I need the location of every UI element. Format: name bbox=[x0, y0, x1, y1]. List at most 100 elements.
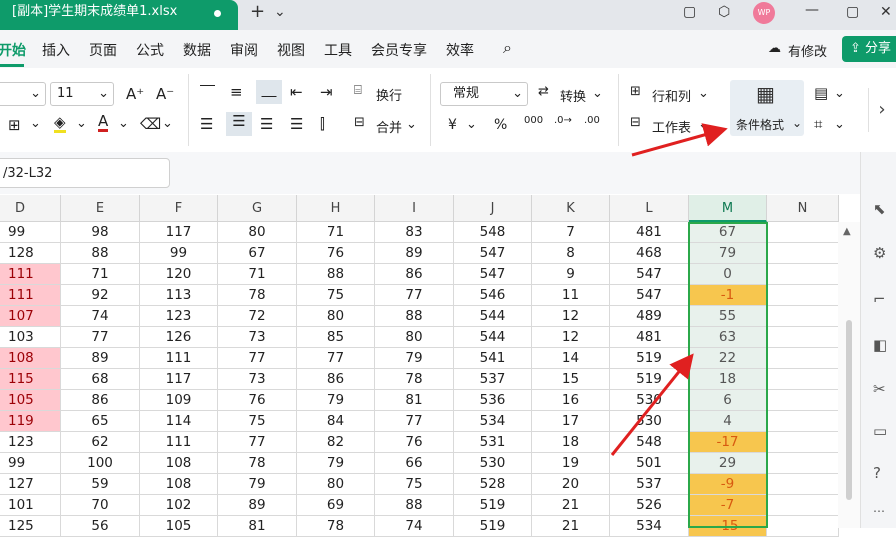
cell-k-row8[interactable]: 15 bbox=[532, 369, 610, 390]
cell-k-row4[interactable]: 11 bbox=[532, 285, 610, 306]
column-header-n[interactable]: N bbox=[767, 195, 839, 222]
cell-j-row1[interactable]: 548 bbox=[454, 222, 532, 243]
indent-increase-icon[interactable]: ⇥ bbox=[320, 83, 333, 101]
cell-n-row1[interactable] bbox=[767, 222, 839, 243]
cell-k-row5[interactable]: 12 bbox=[532, 306, 610, 327]
cell-l-row4[interactable]: 547 bbox=[610, 285, 689, 306]
cell-l-row11[interactable]: 548 bbox=[610, 432, 689, 453]
cell-d-row11[interactable]: 123 bbox=[0, 432, 61, 453]
cell-m-row3[interactable]: 0 bbox=[689, 264, 767, 285]
cell-i-row3[interactable]: 86 bbox=[375, 264, 454, 285]
cell-l-row3[interactable]: 547 bbox=[610, 264, 689, 285]
cell-l-row15[interactable]: 534 bbox=[610, 516, 689, 537]
menu-page[interactable]: 页面 bbox=[89, 40, 117, 60]
cell-f-row15[interactable]: 105 bbox=[140, 516, 218, 537]
close-icon[interactable]: ✕ bbox=[880, 4, 892, 20]
cell-k-row2[interactable]: 8 bbox=[532, 243, 610, 264]
decrease-font-icon[interactable]: A⁻ bbox=[156, 85, 174, 103]
cell-g-row13[interactable]: 79 bbox=[218, 474, 297, 495]
convert-label[interactable]: 转换 bbox=[560, 86, 586, 105]
chevron-down-icon[interactable]: ⌄ bbox=[698, 117, 709, 132]
cell-d-row5[interactable]: 107 bbox=[0, 306, 61, 327]
cell-n-row3[interactable] bbox=[767, 264, 839, 285]
distribute-icon[interactable]: ⫿ bbox=[320, 115, 325, 133]
scrollbar-thumb[interactable] bbox=[846, 320, 852, 500]
cell-h-row2[interactable]: 76 bbox=[297, 243, 375, 264]
cell-e-row5[interactable]: 74 bbox=[61, 306, 140, 327]
cell-j-row4[interactable]: 546 bbox=[454, 285, 532, 306]
cell-m-row6[interactable]: 63 bbox=[689, 327, 767, 348]
chevron-down-icon[interactable]: ⌄ bbox=[466, 117, 477, 132]
cell-h-row3[interactable]: 88 bbox=[297, 264, 375, 285]
cell-n-row11[interactable] bbox=[767, 432, 839, 453]
cell-j-row10[interactable]: 534 bbox=[454, 411, 532, 432]
column-header-m[interactable]: M bbox=[689, 195, 767, 222]
adjust-icon[interactable]: ⚙ bbox=[873, 244, 886, 262]
ribbon-expand-button[interactable]: › bbox=[868, 88, 895, 132]
decrease-decimal-icon[interactable]: .00 bbox=[584, 115, 600, 126]
cell-h-row10[interactable]: 84 bbox=[297, 411, 375, 432]
cell-l-row9[interactable]: 530 bbox=[610, 390, 689, 411]
cell-h-row14[interactable]: 69 bbox=[297, 495, 375, 516]
menu-tools[interactable]: 工具 bbox=[324, 40, 352, 60]
spreadsheet-grid[interactable]: D E F G H I J K L M N 99 98 117 80 71 83 548 7 481 67 128 88 99… bbox=[0, 195, 839, 537]
align-left-icon[interactable]: ☰ bbox=[200, 115, 213, 133]
cell-f-row3[interactable]: 120 bbox=[140, 264, 218, 285]
cell-j-row5[interactable]: 544 bbox=[454, 306, 532, 327]
cell-d-row3[interactable]: 111 bbox=[0, 264, 61, 285]
cell-d-row14[interactable]: 101 bbox=[0, 495, 61, 516]
cell-m-row13[interactable]: -9 bbox=[689, 474, 767, 495]
cell-n-row13[interactable] bbox=[767, 474, 839, 495]
cell-i-row15[interactable]: 74 bbox=[375, 516, 454, 537]
conditional-format-button[interactable]: ▦ 条件格式 ⌄ bbox=[730, 80, 804, 136]
cell-g-row3[interactable]: 71 bbox=[218, 264, 297, 285]
cell-l-row2[interactable]: 468 bbox=[610, 243, 689, 264]
cell-h-row13[interactable]: 80 bbox=[297, 474, 375, 495]
chevron-down-icon[interactable]: ⌄ bbox=[118, 116, 129, 131]
thousands-icon[interactable]: 000 bbox=[524, 115, 543, 126]
window-icon[interactable]: ▢ bbox=[683, 4, 696, 20]
cell-m-row11[interactable]: -17 bbox=[689, 432, 767, 453]
cell-h-row1[interactable]: 71 bbox=[297, 222, 375, 243]
cell-m-row4[interactable]: -1 bbox=[689, 285, 767, 306]
cell-f-row5[interactable]: 123 bbox=[140, 306, 218, 327]
cell-i-row14[interactable]: 88 bbox=[375, 495, 454, 516]
cell-i-row12[interactable]: 66 bbox=[375, 453, 454, 474]
cell-m-row8[interactable]: 18 bbox=[689, 369, 767, 390]
cell-f-row9[interactable]: 109 bbox=[140, 390, 218, 411]
menu-efficiency[interactable]: 效率 bbox=[446, 40, 474, 60]
align-right-icon[interactable]: ☰ bbox=[260, 115, 273, 133]
cell-l-row12[interactable]: 501 bbox=[610, 453, 689, 474]
column-header-d[interactable]: D bbox=[0, 195, 61, 222]
cell-d-row7[interactable]: 108 bbox=[0, 348, 61, 369]
cell-n-row6[interactable] bbox=[767, 327, 839, 348]
cell-j-row6[interactable]: 544 bbox=[454, 327, 532, 348]
cell-k-row7[interactable]: 14 bbox=[532, 348, 610, 369]
cell-f-row11[interactable]: 111 bbox=[140, 432, 218, 453]
cell-g-row9[interactable]: 76 bbox=[218, 390, 297, 411]
align-center-icon[interactable]: ☰ bbox=[226, 112, 252, 136]
increase-decimal-icon[interactable]: .0→ bbox=[554, 115, 572, 126]
cell-i-row4[interactable]: 77 bbox=[375, 285, 454, 306]
avatar[interactable]: WP bbox=[753, 2, 775, 24]
document-tab[interactable]: [副本]学生期末成绩单1.xlsx bbox=[0, 0, 238, 30]
cell-i-row5[interactable]: 88 bbox=[375, 306, 454, 327]
percent-icon[interactable]: % bbox=[494, 117, 507, 133]
menu-view[interactable]: 视图 bbox=[277, 40, 305, 60]
cell-e-row9[interactable]: 86 bbox=[61, 390, 140, 411]
cell-j-row8[interactable]: 537 bbox=[454, 369, 532, 390]
cell-f-row6[interactable]: 126 bbox=[140, 327, 218, 348]
cell-f-row7[interactable]: 111 bbox=[140, 348, 218, 369]
cell-e-row2[interactable]: 88 bbox=[61, 243, 140, 264]
justify-icon[interactable]: ☰ bbox=[290, 115, 303, 133]
cell-j-row12[interactable]: 530 bbox=[454, 453, 532, 474]
cell-e-row12[interactable]: 100 bbox=[61, 453, 140, 474]
cell-m-row1[interactable]: 67 bbox=[689, 222, 767, 243]
font-color-icon[interactable]: A bbox=[98, 113, 109, 132]
chevron-down-icon[interactable]: ⌄ bbox=[592, 86, 603, 101]
cell-f-row10[interactable]: 114 bbox=[140, 411, 218, 432]
cell-g-row14[interactable]: 89 bbox=[218, 495, 297, 516]
cell-g-row5[interactable]: 72 bbox=[218, 306, 297, 327]
cell-h-row4[interactable]: 75 bbox=[297, 285, 375, 306]
border-icon[interactable]: ⊞ bbox=[8, 116, 21, 134]
